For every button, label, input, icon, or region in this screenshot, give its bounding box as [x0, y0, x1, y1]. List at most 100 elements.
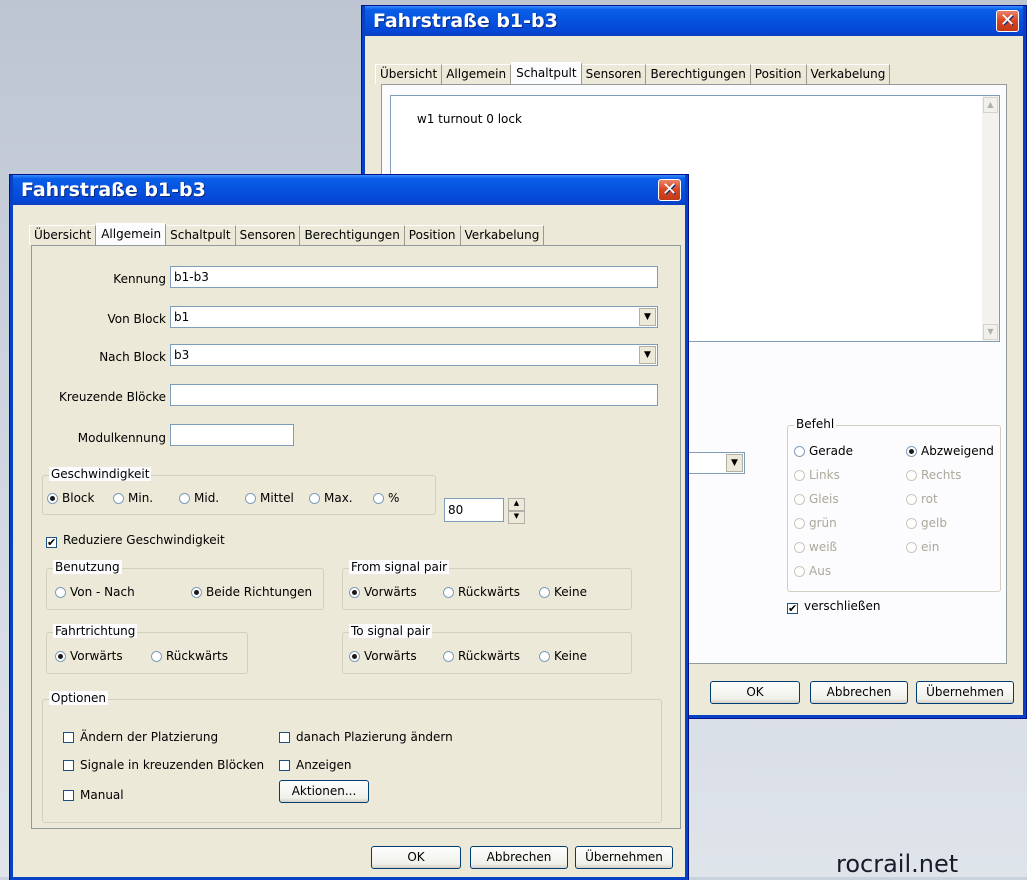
radio-fahrt-ruckwarts[interactable]: Rückwärts [151, 649, 228, 663]
front-close-icon[interactable]: ✕ [658, 179, 681, 201]
back-tab-schaltpult[interactable]: Schaltpult [511, 62, 582, 85]
back-dialog-titlebar[interactable]: Fahrstraße b1-b3 ✕ [365, 6, 1023, 36]
radio-from-keine[interactable]: Keine [539, 585, 587, 599]
kennung-field[interactable]: b1-b3 [170, 266, 658, 288]
radio-von-nach[interactable]: Von - Nach [55, 585, 135, 599]
radio-weiss: weiß [794, 540, 837, 554]
scroll-down-icon[interactable]: ▼ [983, 324, 998, 340]
von-block-label: Von Block [107, 312, 167, 326]
radio-aus: Aus [794, 564, 831, 578]
to-signal-pair-group: To signal pair Vorwärts Rückwärts Keine [342, 624, 632, 674]
front-tab-schaltpult[interactable]: Schaltpult [166, 225, 236, 245]
front-tab-allgemein[interactable]: Allgemein [96, 223, 167, 246]
back-ok-button[interactable]: OK [710, 681, 800, 704]
back-tab-allgemein[interactable]: Allgemein [442, 64, 512, 84]
radio-gleis: Gleis [794, 492, 839, 506]
chk-danach-plazierung[interactable]: danach Plazierung ändern [279, 730, 453, 744]
radio-speed-percent[interactable]: % [373, 491, 399, 505]
command-scrollbar[interactable]: ▲ ▼ [982, 96, 999, 341]
kennung-label: Kennung [113, 272, 166, 286]
front-ok-button[interactable]: OK [371, 846, 461, 869]
back-close-icon[interactable]: ✕ [996, 10, 1019, 32]
radio-from-vorwarts[interactable]: Vorwärts [349, 585, 417, 599]
benutzung-group: Benutzung Von - Nach Beide Richtungen [46, 560, 324, 610]
chk-manual[interactable]: Manual [63, 788, 124, 802]
modulkennung-field[interactable] [170, 424, 294, 446]
back-tab-berechtigungen[interactable]: Berechtigungen [646, 64, 751, 84]
front-dialog-title: Fahrstraße b1-b3 [21, 179, 206, 201]
von-block-value: b1 [174, 310, 190, 324]
aktionen-button[interactable]: Aktionen... [279, 780, 369, 803]
spin-down-icon[interactable]: ▼ [508, 511, 525, 524]
back-tab-bar: Übersicht Allgemein Schaltpult Sensoren Bere… [375, 62, 891, 85]
front-apply-button[interactable]: Übernehmen [575, 846, 673, 869]
radio-speed-min[interactable]: Min. [113, 491, 153, 505]
lock-checkbox[interactable]: ✔ verschließen [787, 599, 880, 614]
radio-to-vorwarts[interactable]: Vorwärts [349, 649, 417, 663]
radio-speed-block[interactable]: Block [47, 491, 94, 505]
back-tab-sensoren[interactable]: Sensoren [581, 64, 647, 84]
kreuzende-label: Kreuzende Blöcke [58, 390, 166, 404]
scroll-up-icon[interactable]: ▲ [983, 97, 998, 113]
nach-block-select[interactable]: b3 ▼ [170, 344, 658, 366]
radio-fahrt-vorwarts[interactable]: Vorwärts [55, 649, 123, 663]
modulkennung-label: Modulkennung [77, 431, 166, 445]
fahrtrichtung-group: Fahrtrichtung Vorwärts Rückwärts [46, 624, 248, 674]
front-tab-verkabelung[interactable]: Verkabelung [460, 225, 545, 245]
radio-to-keine[interactable]: Keine [539, 649, 587, 663]
radio-to-ruckwarts[interactable]: Rückwärts [443, 649, 520, 663]
back-tab-position[interactable]: Position [750, 64, 807, 84]
back-cancel-button[interactable]: Abbrechen [810, 681, 908, 704]
befehl-title: Befehl [794, 417, 837, 431]
geschwindigkeit-group: Geschwindigkeit Block Min. Mid. Mittel M… [42, 467, 436, 515]
radio-rechts: Rechts [906, 468, 961, 482]
from-signal-pair-group: From signal pair Vorwärts Rückwärts Kein… [342, 560, 632, 610]
von-block-select[interactable]: b1 ▼ [170, 306, 658, 328]
radio-from-ruckwarts[interactable]: Rückwärts [443, 585, 520, 599]
from-signal-pair-title: From signal pair [349, 560, 450, 574]
radio-abzweigend[interactable]: Abzweigend [906, 444, 994, 458]
radio-gelb: gelb [906, 516, 947, 530]
kreuzende-field[interactable] [170, 384, 658, 406]
chk-signale-kreuzend[interactable]: Signale in kreuzenden Blöcken [63, 758, 264, 772]
optionen-group: Optionen Ändern der Platzierung danach P… [42, 691, 662, 823]
radio-speed-mid[interactable]: Mid. [179, 491, 219, 505]
reduce-speed-checkbox[interactable]: ✔ Reduziere Geschwindigkeit [46, 533, 225, 548]
back-tab-verkabelung[interactable]: Verkabelung [806, 64, 891, 84]
radio-gerade[interactable]: Gerade [794, 444, 853, 458]
front-cancel-button[interactable]: Abbrechen [470, 846, 568, 869]
front-tab-position[interactable]: Position [404, 225, 461, 245]
geschwindigkeit-title: Geschwindigkeit [49, 467, 152, 481]
radio-links: Links [794, 468, 840, 482]
radio-speed-mittel[interactable]: Mittel [245, 491, 294, 505]
radio-beide-richtungen[interactable]: Beide Richtungen [191, 585, 312, 599]
chk-anzeigen[interactable]: Anzeigen [279, 758, 351, 772]
back-tab-ubersicht[interactable]: Übersicht [375, 64, 443, 84]
command-text: w1 turnout 0 lock [416, 112, 522, 126]
fahrtrichtung-title: Fahrtrichtung [53, 624, 138, 638]
nach-block-value: b3 [174, 348, 190, 362]
optionen-title: Optionen [49, 691, 109, 705]
chevron-down-icon[interactable]: ▼ [639, 346, 656, 364]
benutzung-title: Benutzung [53, 560, 122, 574]
radio-grun: grün [794, 516, 837, 530]
radio-rot: rot [906, 492, 938, 506]
front-tab-berechtigungen[interactable]: Berechtigungen [300, 225, 405, 245]
chk-andern-platzierung[interactable]: Ändern der Platzierung [63, 730, 218, 744]
chevron-down-icon[interactable]: ▼ [726, 454, 743, 472]
chevron-down-icon[interactable]: ▼ [639, 308, 656, 326]
front-tab-ubersicht[interactable]: Übersicht [29, 225, 97, 245]
radio-speed-max[interactable]: Max. [309, 491, 353, 505]
back-apply-button[interactable]: Übernehmen [916, 681, 1014, 704]
to-signal-pair-title: To signal pair [349, 624, 432, 638]
front-dialog-window: Fahrstraße b1-b3 ✕ Übersicht Allgemein Sch… [10, 175, 688, 880]
check-icon: ✔ [787, 602, 798, 615]
back-dialog-title: Fahrstraße b1-b3 [373, 10, 558, 32]
front-tab-panel: Kennung b1-b3 Von Block b1 ▼ Nach Block … [31, 245, 681, 829]
speed-percent-spinner[interactable]: ▲ ▼ [508, 498, 525, 524]
front-dialog-titlebar[interactable]: Fahrstraße b1-b3 ✕ [13, 175, 685, 205]
front-tab-sensoren[interactable]: Sensoren [235, 225, 301, 245]
spin-up-icon[interactable]: ▲ [508, 498, 525, 511]
speed-percent-input[interactable]: 80 [444, 498, 504, 522]
nach-block-label: Nach Block [99, 350, 166, 364]
